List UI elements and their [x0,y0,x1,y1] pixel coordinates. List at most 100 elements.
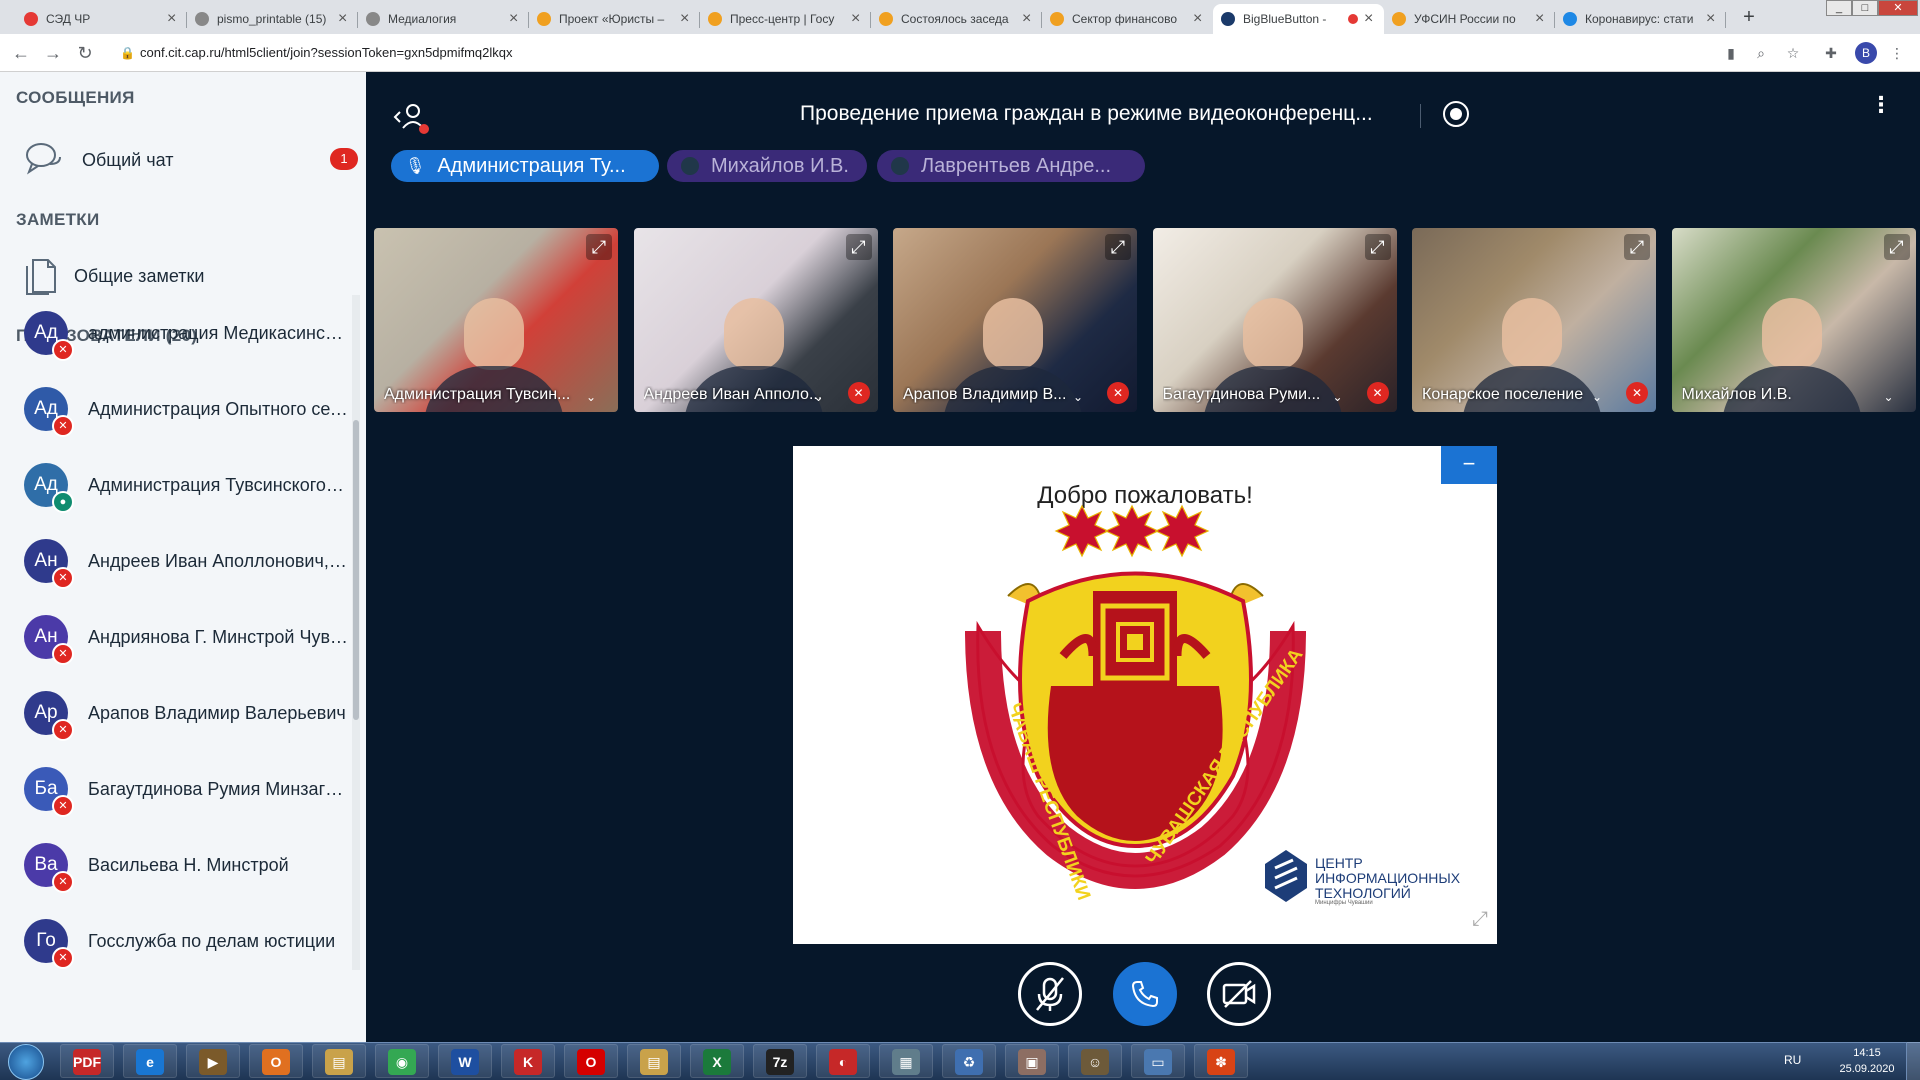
share-camera-button[interactable] [1207,962,1271,1026]
expand-video-icon[interactable]: ⤢ [1105,234,1131,260]
talking-indicator[interactable]: 🎙 Администрация Ту... [391,150,659,182]
taskbar-app[interactable]: ▤ [312,1044,366,1078]
extensions-puzzle-icon[interactable]: ✚ [1822,44,1840,62]
language-indicator[interactable]: RU [1784,1053,1801,1067]
public-chat-item[interactable]: Общий чат [24,140,173,180]
taskbar-app[interactable]: ▣ [1005,1044,1059,1078]
video-tile[interactable]: ⤢ Администрация Тувсин... ⌄ [374,228,618,412]
taskbar-app[interactable]: K [501,1044,555,1078]
taskbar-app[interactable]: ✽ [1194,1044,1248,1078]
video-tile[interactable]: ⤢ Михайлов И.В. ⌄ [1671,228,1916,412]
browser-tab[interactable]: Проект «Юристы – × [529,4,700,34]
talking-indicator[interactable]: Михайлов И.В. [667,150,867,182]
user-name: Администрация Тувсинского сельс... [88,474,348,495]
browser-tab[interactable]: pismo_printable (15) × [187,4,358,34]
browser-tab[interactable]: Сектор финансово × [1042,4,1213,34]
start-button[interactable] [8,1044,44,1080]
close-tab-icon[interactable]: × [1193,10,1205,28]
taskbar-app[interactable]: PDF [60,1044,114,1078]
user-list-item[interactable]: Ад✕ администрация Медикасинского с... [24,303,364,363]
expand-video-icon[interactable]: ⤢ [1364,234,1391,260]
profile-avatar[interactable]: B [1855,42,1877,64]
user-list-item[interactable]: Ар ✕ Арапов Владимир Валерьевич [24,683,364,743]
record-button[interactable] [1443,101,1469,127]
user-list-item[interactable]: Ан✕ Андреев Иван Аполлонович, Пре... [24,531,364,591]
talking-indicator[interactable]: Лаврентьев Андре... [877,150,1145,182]
chevron-down-icon[interactable]: ⌄ [1592,390,1602,404]
forward-button[interactable]: → [42,42,64,64]
taskbar-app[interactable]: ☺ [1068,1044,1122,1078]
taskbar-app[interactable]: e [123,1044,177,1078]
user-list[interactable]: Ад✕администрация Медикасинского с... Ад✕А… [0,295,366,970]
video-tile[interactable]: ⤢ Багаутдинова Руми... ⌄ ✕ [1152,228,1397,412]
user-list-item[interactable]: Ба✕ Багаутдинова Румия Минзагитов... [24,759,364,819]
browser-tab[interactable]: Пресс-центр | Госу × [700,4,871,34]
taskbar-clock[interactable]: 14:15 25.09.2020 [1832,1045,1902,1077]
close-tab-icon[interactable]: × [509,10,521,28]
reload-button[interactable]: ↻ [74,42,96,64]
zoom-icon[interactable]: ⌕ [1752,44,1770,62]
maximize-window-button[interactable]: □ [1852,0,1878,16]
close-tab-icon[interactable]: × [1706,10,1718,28]
expand-video-icon[interactable]: ⤢ [845,234,872,260]
shared-notes-item[interactable]: Общие заметки [24,256,204,296]
taskbar-app[interactable]: ◉ [375,1044,429,1078]
minimize-presentation-button[interactable]: − [1441,446,1497,484]
unmute-microphone-button[interactable] [1018,962,1082,1026]
browser-tab[interactable]: BigBlueButton - × [1213,4,1384,34]
user-list-item[interactable]: Го ✕ Госслужба по делам юстиции [24,911,364,970]
video-tile[interactable]: ⤢ Конарское поселение ⌄ ✕ [1412,228,1656,412]
taskbar-app[interactable]: 7z [753,1044,807,1078]
close-tab-icon[interactable]: × [1022,10,1034,28]
expand-video-icon[interactable]: ⤢ [1624,234,1650,260]
minimize-window-button[interactable]: _ [1826,0,1852,16]
chevron-down-icon[interactable]: ⌄ [1073,390,1083,404]
user-list-item[interactable]: Ад✕ Администрация Опытного сельско... [24,379,364,439]
user-list-item[interactable]: Ад● Администрация Тувсинского сельс... [24,455,364,515]
browser-tab[interactable]: Состоялось заседа × [871,4,1042,34]
chevron-down-icon[interactable]: ⌄ [1884,390,1894,404]
taskbar-app[interactable]: ▤ [627,1044,681,1078]
camera-icon[interactable]: ▮ [1722,44,1740,62]
url-field[interactable]: 🔒 conf.cit.cap.ru/html5client/join?sessi… [110,40,1720,66]
taskbar-app[interactable]: ▶ [186,1044,240,1078]
chevron-down-icon[interactable]: ⌄ [814,390,824,404]
new-tab-button[interactable]: + [1736,4,1762,30]
browser-tab[interactable]: Медиалогия × [358,4,529,34]
expand-video-icon[interactable]: ⤢ [586,234,612,260]
taskbar-app[interactable]: ◐ [816,1044,870,1078]
taskbar-app[interactable]: O [564,1044,618,1078]
video-tile[interactable]: ⤢ Андреев Иван Апполо... ⌄ ✕ [633,228,878,412]
close-window-button[interactable]: ✕ [1878,0,1918,16]
options-menu-button[interactable]: ⋮ [1870,94,1892,130]
close-tab-icon[interactable]: × [338,10,350,28]
taskbar-app[interactable]: ▦ [879,1044,933,1078]
user-list-item[interactable]: Ва ✕ Васильева Н. Минстрой [24,835,364,895]
taskbar-app[interactable]: ♻ [942,1044,996,1078]
toggle-userlist-button[interactable] [392,100,432,136]
browser-tab[interactable]: УФСИН России по × [1384,4,1555,34]
close-tab-icon[interactable]: × [1364,10,1376,28]
close-tab-icon[interactable]: × [680,10,692,28]
show-desktop-button[interactable] [1906,1042,1920,1080]
audio-phone-button[interactable] [1113,962,1177,1026]
taskbar-app[interactable]: ▭ [1131,1044,1185,1078]
close-tab-icon[interactable]: × [851,10,863,28]
expand-video-icon[interactable]: ⤢ [1883,234,1910,260]
browser-tab[interactable]: Коронавирус: стати × [1555,4,1726,34]
browser-menu-icon[interactable]: ⋮ [1888,44,1906,62]
chevron-down-icon[interactable]: ⌄ [1333,390,1343,404]
user-list-item[interactable]: Ан ✕ Андриянова Г. Минстрой Чувашии [24,607,364,667]
taskbar-app[interactable]: W [438,1044,492,1078]
close-tab-icon[interactable]: × [167,10,179,28]
browser-tab[interactable]: СЭД ЧР × [16,4,187,34]
taskbar-app[interactable]: X [690,1044,744,1078]
user-list-scroll-thumb[interactable] [353,420,359,720]
bookmark-star-icon[interactable]: ☆ [1784,44,1802,62]
close-tab-icon[interactable]: × [1535,10,1547,28]
taskbar-app[interactable]: O [249,1044,303,1078]
chevron-down-icon[interactable]: ⌄ [586,390,596,404]
back-button[interactable]: ← [10,42,32,64]
video-tile[interactable]: ⤢ Арапов Владимир В... ⌄ ✕ [893,228,1137,412]
fullscreen-presentation-button[interactable]: ⤢ [1465,908,1495,938]
